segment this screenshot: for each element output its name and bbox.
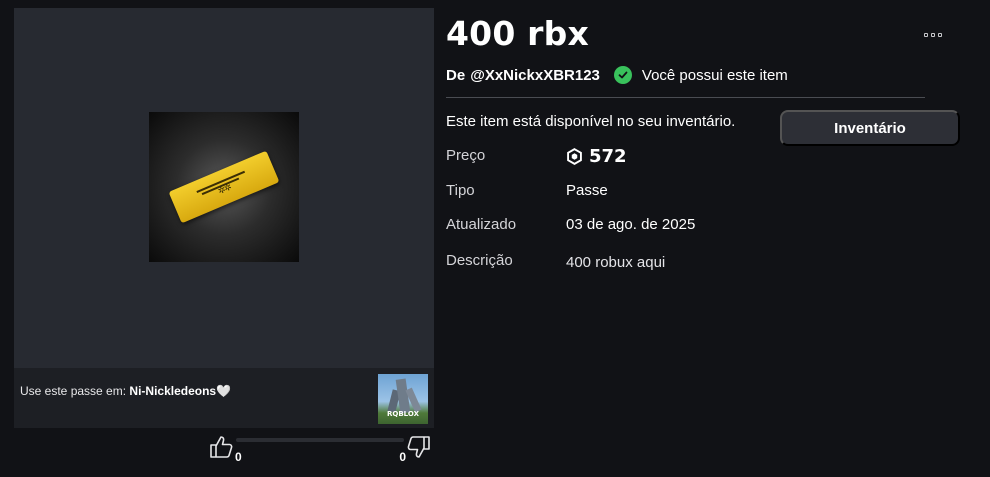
item-thumbnail: ✲✲ [149, 112, 299, 262]
price-value-group: 572 [566, 146, 627, 167]
item-preview-panel: ✲✲ Use este passe em: Ni-Nickledeons🤍 RQ… [14, 8, 434, 428]
creator-link[interactable]: @XxNickxXBR123 [470, 67, 600, 84]
use-pass-bar: Use este passe em: Ni-Nickledeons🤍 RQBLO… [14, 368, 434, 428]
gamepass-ticket-image: ✲✲ [168, 150, 280, 224]
price-value: 572 [589, 146, 627, 167]
more-options-icon[interactable] [924, 32, 944, 40]
upvote-count: 0 [235, 450, 242, 464]
downvote-count: 0 [399, 450, 406, 464]
game-link[interactable]: Ni-Nickledeons🤍 [129, 384, 231, 398]
owned-status-text: Você possui este item [641, 66, 788, 84]
type-value: Passe [566, 182, 608, 199]
game-thumbnail[interactable]: RQBLOX [378, 374, 428, 424]
inventory-button[interactable]: Inventário [780, 110, 960, 146]
availability-text: Este item está disponível no seu inventá… [446, 113, 736, 130]
thumbs-up-icon[interactable] [208, 434, 234, 460]
creator-row: De @XxNickxXBR123 Você possui este item [446, 66, 788, 84]
vote-bar: 0 0 [206, 434, 434, 464]
check-circle-icon [613, 66, 632, 84]
updated-label: Atualizado [446, 216, 517, 233]
type-label: Tipo [446, 182, 475, 199]
robux-icon [567, 148, 582, 165]
description-label: Descrição [446, 252, 513, 269]
divider [446, 97, 925, 98]
thumbs-down-icon[interactable] [406, 434, 432, 460]
creator-prefix: De [446, 66, 466, 84]
vote-ratio-track [236, 438, 404, 442]
use-pass-text: Use este passe em: Ni-Nickledeons🤍 [20, 384, 231, 398]
updated-value: 03 de ago. de 2025 [566, 216, 696, 233]
price-label: Preço [446, 147, 486, 164]
game-thumb-brand: RQBLOX [387, 410, 419, 418]
description-value: 400 robux aqui [566, 254, 666, 271]
use-pass-prefix: Use este passe em: [20, 384, 127, 398]
item-title: 400 rbx [446, 14, 589, 53]
